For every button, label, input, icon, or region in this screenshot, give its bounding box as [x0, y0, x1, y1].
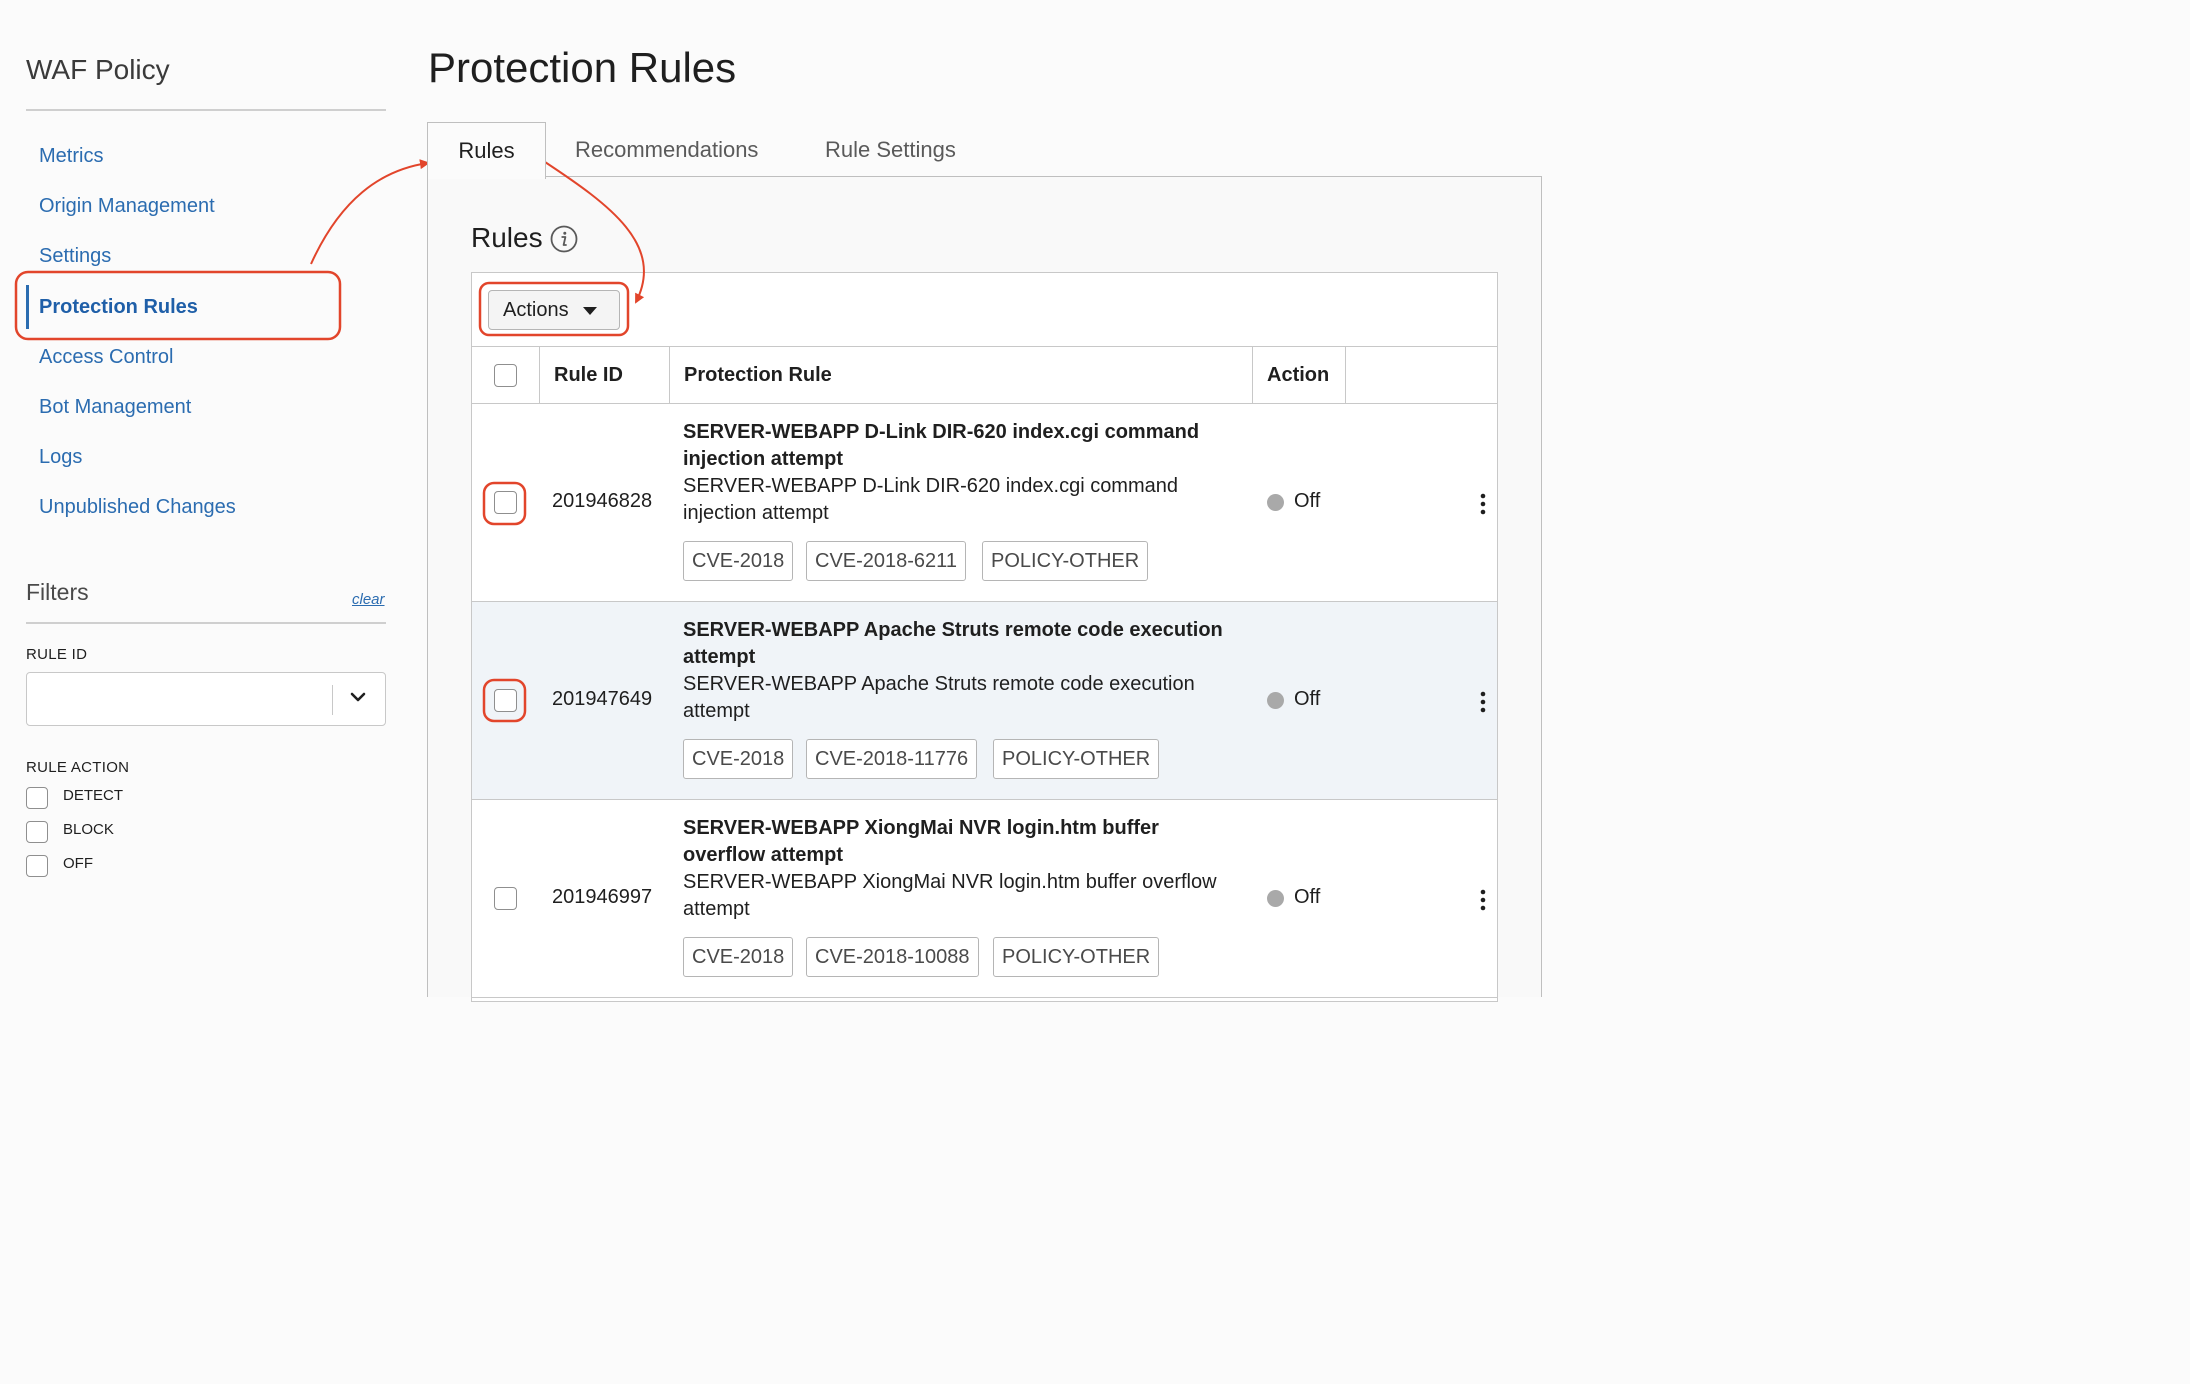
actions-dropdown-button[interactable]: Actions	[488, 290, 620, 330]
sidebar-item-unpublished-changes[interactable]: Unpublished Changes	[26, 485, 346, 529]
row-checkbox[interactable]	[494, 689, 517, 712]
tab-rule-settings[interactable]: Rule Settings	[825, 122, 956, 178]
sidebar-title: WAF Policy	[26, 54, 170, 85]
page-title: Protection Rules	[428, 44, 737, 91]
tag-badge[interactable]: CVE-2018	[683, 937, 794, 977]
tab-bar: Rules Recommendations Rule Settings	[427, 122, 1542, 179]
info-icon[interactable]	[550, 225, 578, 253]
tag-badge[interactable]: CVE-2018-6211	[806, 541, 966, 581]
sidebar-divider	[26, 109, 386, 111]
sidebar-item-logs[interactable]: Logs	[26, 435, 346, 479]
select-divider	[332, 685, 333, 715]
detect-checkbox-label: DETECT	[63, 787, 123, 804]
column-header-action[interactable]: Action	[1267, 347, 1329, 404]
column-separator	[1345, 347, 1346, 404]
rule-action-value: Off	[1294, 886, 1321, 908]
rule-action-filter-label: RULE ACTION	[26, 759, 130, 776]
table-toolbar: Actions	[472, 273, 1497, 347]
rule-action-value: Off	[1294, 490, 1321, 512]
block-checkbox[interactable]	[26, 821, 48, 843]
table-row: 201946828 SERVER-WEBAPP D-Link DIR-620 i…	[472, 404, 1497, 602]
chevron-down-icon[interactable]	[348, 687, 368, 707]
table-row: 201947649 SERVER-WEBAPP Apache Struts re…	[472, 602, 1497, 800]
detect-checkbox[interactable]	[26, 787, 48, 809]
rule-title: SERVER-WEBAPP D-Link DIR-620 index.cgi c…	[683, 421, 1200, 470]
kebab-menu-icon[interactable]	[1471, 690, 1495, 714]
rule-id-cell: 201947649	[552, 688, 653, 710]
column-separator	[669, 347, 670, 404]
sidebar-item-metrics[interactable]: Metrics	[26, 134, 346, 178]
column-header-protection-rule[interactable]: Protection Rule	[684, 347, 832, 404]
rule-title: SERVER-WEBAPP XiongMai NVR login.htm buf…	[683, 817, 1159, 866]
filters-title: Filters	[26, 579, 89, 605]
sidebar: WAF Policy Metrics Origin Management Set…	[0, 0, 410, 991]
kebab-menu-icon[interactable]	[1471, 492, 1495, 516]
tag-badge[interactable]: CVE-2018	[683, 541, 794, 581]
off-checkbox[interactable]	[26, 855, 48, 877]
clear-filters-link[interactable]: clear	[352, 591, 385, 608]
rule-description: SERVER-WEBAPP Apache Struts remote code …	[683, 673, 1195, 722]
tag-badge[interactable]: CVE-2018-11776	[806, 739, 978, 779]
sidebar-item-bot-management[interactable]: Bot Management	[26, 385, 346, 429]
column-header-rule-id[interactable]: Rule ID	[554, 347, 623, 404]
tag-badge[interactable]: POLICY-OTHER	[993, 937, 1160, 977]
sidebar-item-origin-management[interactable]: Origin Management	[26, 184, 346, 228]
sidebar-item-settings[interactable]: Settings	[26, 234, 346, 278]
rule-action-value: Off	[1294, 688, 1321, 710]
select-all-checkbox[interactable]	[494, 364, 517, 387]
rule-id-cell: 201946997	[552, 886, 653, 908]
column-separator	[1252, 347, 1253, 404]
rule-id-filter-label: RULE ID	[26, 646, 88, 663]
rule-title: SERVER-WEBAPP Apache Struts remote code …	[683, 619, 1223, 668]
tab-rules[interactable]: Rules	[427, 122, 546, 179]
rule-id-cell: 201946828	[552, 490, 653, 512]
kebab-menu-icon[interactable]	[1471, 888, 1495, 912]
tab-recommendations[interactable]: Recommendations	[575, 122, 758, 178]
rule-description: SERVER-WEBAPP D-Link DIR-620 index.cgi c…	[683, 475, 1178, 524]
caret-down-icon	[583, 307, 597, 315]
block-checkbox-label: BLOCK	[63, 821, 114, 838]
status-dot-icon	[1267, 890, 1284, 907]
rule-id-select[interactable]	[26, 672, 386, 726]
row-checkbox[interactable]	[494, 887, 517, 910]
sidebar-item-access-control[interactable]: Access Control	[26, 335, 346, 379]
sidebar-item-protection-rules[interactable]: Protection Rules	[26, 285, 346, 329]
rules-table: Actions Rule ID Protection Rule Action 2…	[471, 272, 1498, 1002]
status-dot-icon	[1267, 494, 1284, 511]
rule-description: SERVER-WEBAPP XiongMai NVR login.htm buf…	[683, 871, 1217, 920]
table-row: 201946997 SERVER-WEBAPP XiongMai NVR log…	[472, 800, 1497, 998]
row-checkbox[interactable]	[494, 491, 517, 514]
tag-badge[interactable]: POLICY-OTHER	[982, 541, 1149, 581]
table-header: Rule ID Protection Rule Action	[472, 347, 1497, 404]
off-checkbox-label: OFF	[63, 855, 93, 872]
tag-badge[interactable]: POLICY-OTHER	[993, 739, 1160, 779]
rules-section-title: Rules	[471, 222, 543, 253]
filters-divider	[26, 622, 386, 624]
actions-button-label: Actions	[503, 299, 569, 321]
status-dot-icon	[1267, 692, 1284, 709]
tag-badge[interactable]: CVE-2018	[683, 739, 794, 779]
tag-badge[interactable]: CVE-2018-10088	[806, 937, 979, 977]
column-separator	[539, 347, 540, 404]
